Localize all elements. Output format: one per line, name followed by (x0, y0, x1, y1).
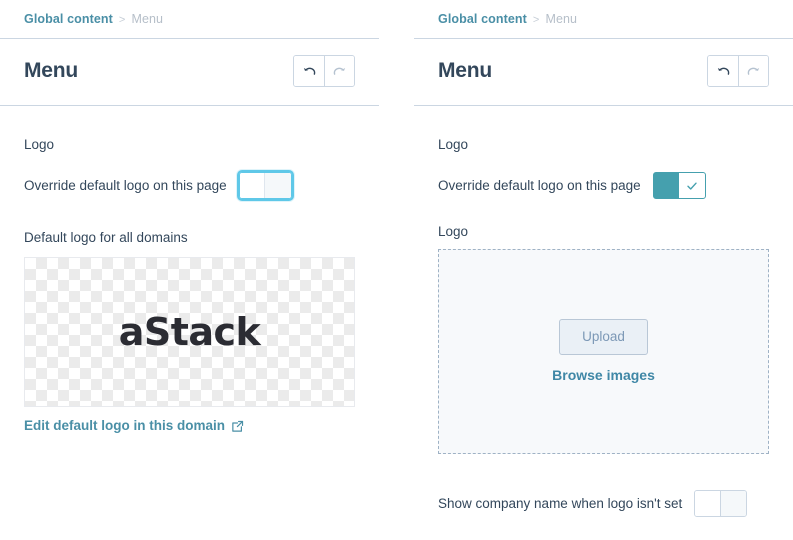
override-default-logo-row: Override default logo on this page (438, 172, 769, 199)
title-bar: Menu (414, 39, 793, 105)
show-company-name-row: Show company name when logo isn't set (438, 490, 769, 517)
override-default-logo-toggle[interactable] (236, 170, 294, 201)
left-panel-content: Logo Override default logo on this page … (0, 136, 379, 435)
undo-redo-group (707, 55, 769, 87)
page-title: Menu (438, 59, 493, 82)
redo-button[interactable] (738, 56, 768, 86)
logo-wordmark: aStack (118, 310, 261, 354)
upload-button[interactable]: Upload (559, 319, 648, 355)
toggle-knob (695, 491, 721, 516)
logo-section-label: Logo (438, 137, 469, 152)
page-title: Menu (24, 59, 79, 82)
toggle-knob (679, 173, 705, 198)
edit-default-logo-label: Edit default logo in this domain (24, 418, 225, 433)
redo-icon (747, 67, 760, 75)
toggle-knob (239, 173, 266, 198)
toggle-track (720, 491, 747, 516)
check-icon (687, 182, 697, 190)
breadcrumb-current-menu: Menu (545, 12, 578, 26)
panel-gap (379, 0, 414, 540)
breadcrumb-current-menu: Menu (131, 12, 164, 26)
divider-below-title (0, 105, 379, 106)
edit-default-logo-link[interactable]: Edit default logo in this domain (24, 417, 244, 435)
breadcrumb-link-global-content[interactable]: Global content (438, 12, 527, 26)
toggle-track (265, 173, 291, 198)
show-company-name-label: Show company name when logo isn't set (438, 495, 683, 511)
logo-field-label: Logo (438, 224, 469, 239)
divider-below-title (414, 105, 793, 106)
right-panel-content: Logo Override default logo on this page … (414, 136, 793, 517)
override-default-logo-label: Override default logo on this page (438, 177, 641, 193)
title-bar: Menu (0, 39, 379, 105)
show-company-name-toggle[interactable] (694, 490, 748, 517)
logo-section-label: Logo (24, 137, 55, 152)
right-panel: Global content > Menu Menu Logo Override… (414, 0, 793, 540)
logo-dropzone[interactable]: Upload Browse images (438, 249, 769, 454)
undo-button[interactable] (708, 56, 738, 86)
override-default-logo-toggle[interactable] (652, 172, 706, 199)
undo-button[interactable] (294, 56, 324, 86)
left-panel: Global content > Menu Menu Logo Override… (0, 0, 379, 540)
redo-button[interactable] (324, 56, 354, 86)
override-default-logo-row: Override default logo on this page (24, 170, 355, 201)
redo-icon (333, 67, 346, 75)
app-screen: Global content > Menu Menu Logo Override… (0, 0, 793, 540)
undo-icon (303, 67, 315, 75)
breadcrumb-link-global-content[interactable]: Global content (24, 12, 113, 26)
breadcrumb-separator-icon: > (118, 14, 126, 26)
default-logo-heading: Default logo for all domains (24, 230, 188, 245)
breadcrumb-separator-icon: > (532, 14, 540, 26)
override-default-logo-label: Override default logo on this page (24, 177, 227, 193)
toggle-track (653, 173, 680, 198)
default-logo-preview: aStack (24, 257, 355, 407)
undo-icon (717, 67, 729, 75)
breadcrumb: Global content > Menu (414, 0, 793, 38)
browse-images-link[interactable]: Browse images (552, 366, 655, 384)
external-link-icon (232, 420, 244, 432)
breadcrumb: Global content > Menu (0, 0, 379, 38)
undo-redo-group (293, 55, 355, 87)
